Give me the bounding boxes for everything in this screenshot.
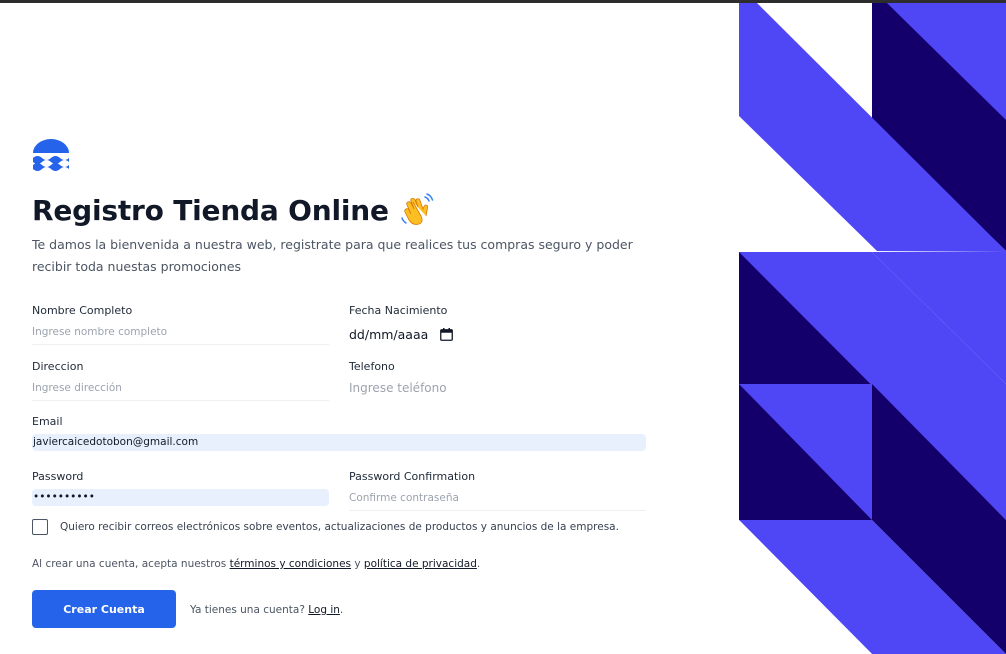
waves-logo-icon bbox=[33, 139, 69, 171]
login-prompt-text: Ya tienes una cuenta? bbox=[190, 604, 309, 616]
terms-middle: y bbox=[351, 558, 364, 570]
title-row: Registro Tienda Online bbox=[32, 192, 435, 228]
create-account-button[interactable]: Crear Cuenta bbox=[32, 590, 176, 628]
fecha-field: Fecha Nacimiento dd/mm/aaaa bbox=[349, 304, 646, 345]
login-suffix: . bbox=[339, 604, 344, 616]
page-subtitle: Te damos la bienvenida a nuestra web, re… bbox=[32, 237, 633, 274]
telefono-field: Telefono Ingrese teléfono bbox=[349, 360, 646, 401]
marketing-checkbox[interactable] bbox=[32, 519, 48, 535]
password-label: Password bbox=[32, 470, 84, 483]
password-field: Password •••••••••• bbox=[32, 470, 329, 506]
nombre-field: Nombre Completo Ingrese nombre completo bbox=[32, 304, 329, 345]
calendar-icon[interactable] bbox=[440, 327, 454, 341]
password-confirmation-field: Password Confirmation Confirme contraseñ… bbox=[349, 470, 646, 511]
email-field: Email javiercaicedotobon@gmail.com bbox=[32, 415, 646, 451]
marketing-checkbox-label[interactable]: Quiero recibir correos electrónicos sobr… bbox=[60, 521, 619, 533]
fecha-label: Fecha Nacimiento bbox=[349, 304, 448, 317]
geometric-pattern-art bbox=[739, 3, 1006, 654]
page-title: Registro Tienda Online bbox=[32, 193, 389, 227]
direccion-field: Direccion Ingrese dirección bbox=[32, 360, 329, 401]
telefono-label: Telefono bbox=[349, 360, 395, 373]
nombre-label: Nombre Completo bbox=[32, 304, 133, 317]
marketing-opt-in: Quiero recibir correos electrónicos sobr… bbox=[32, 519, 619, 535]
password-confirmation-label: Password Confirmation bbox=[349, 470, 476, 483]
telefono-input[interactable]: Ingrese teléfono bbox=[349, 379, 646, 401]
fecha-input[interactable]: dd/mm/aaaa bbox=[349, 323, 646, 345]
waving-hand-icon bbox=[401, 193, 434, 225]
email-label: Email bbox=[32, 415, 63, 428]
direccion-input[interactable]: Ingrese dirección bbox=[32, 379, 329, 401]
password-confirmation-input[interactable]: Confirme contraseña bbox=[349, 489, 646, 511]
terms-suffix: . bbox=[476, 558, 481, 570]
terms-notice: Al crear una cuenta, acepta nuestros tér… bbox=[32, 558, 480, 570]
terms-prefix: Al crear una cuenta, acepta nuestros bbox=[32, 558, 230, 570]
terms-link[interactable]: términos y condiciones bbox=[230, 558, 351, 570]
password-input[interactable]: •••••••••• bbox=[32, 489, 329, 506]
login-link[interactable]: Log in bbox=[308, 604, 340, 616]
privacy-link[interactable]: política de privacidad bbox=[364, 558, 477, 570]
login-prompt: Ya tienes una cuenta? Log in. bbox=[190, 604, 343, 616]
nombre-input[interactable]: Ingrese nombre completo bbox=[32, 323, 329, 345]
direccion-label: Direccion bbox=[32, 360, 84, 373]
email-input[interactable]: javiercaicedotobon@gmail.com bbox=[32, 434, 646, 451]
fecha-value: dd/mm/aaaa bbox=[349, 326, 429, 342]
